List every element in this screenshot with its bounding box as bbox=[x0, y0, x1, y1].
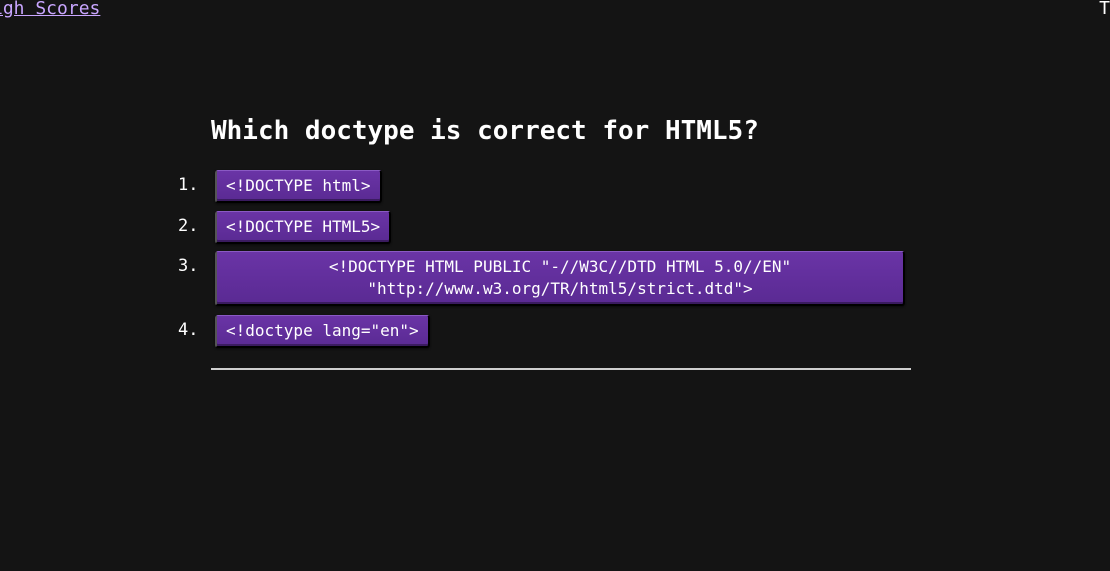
divider bbox=[211, 368, 911, 370]
answer-button-2[interactable]: <!DOCTYPE HTML5> bbox=[215, 211, 392, 244]
answer-button-1[interactable]: <!DOCTYPE html> bbox=[215, 170, 382, 203]
answer-number: 3. bbox=[178, 256, 199, 276]
question-title: Which doctype is correct for HTML5? bbox=[211, 116, 759, 146]
answer-button-4[interactable]: <!doctype lang="en"> bbox=[215, 315, 430, 348]
high-scores-link[interactable]: igh Scores bbox=[0, 0, 100, 21]
answer-number: 2. bbox=[178, 216, 199, 236]
answer-number: 1. bbox=[178, 175, 199, 195]
top-right-text: T bbox=[1099, 0, 1110, 19]
answer-button-3[interactable]: <!DOCTYPE HTML PUBLIC "-//W3C//DTD HTML … bbox=[215, 251, 905, 306]
answer-number: 4. bbox=[178, 320, 199, 340]
